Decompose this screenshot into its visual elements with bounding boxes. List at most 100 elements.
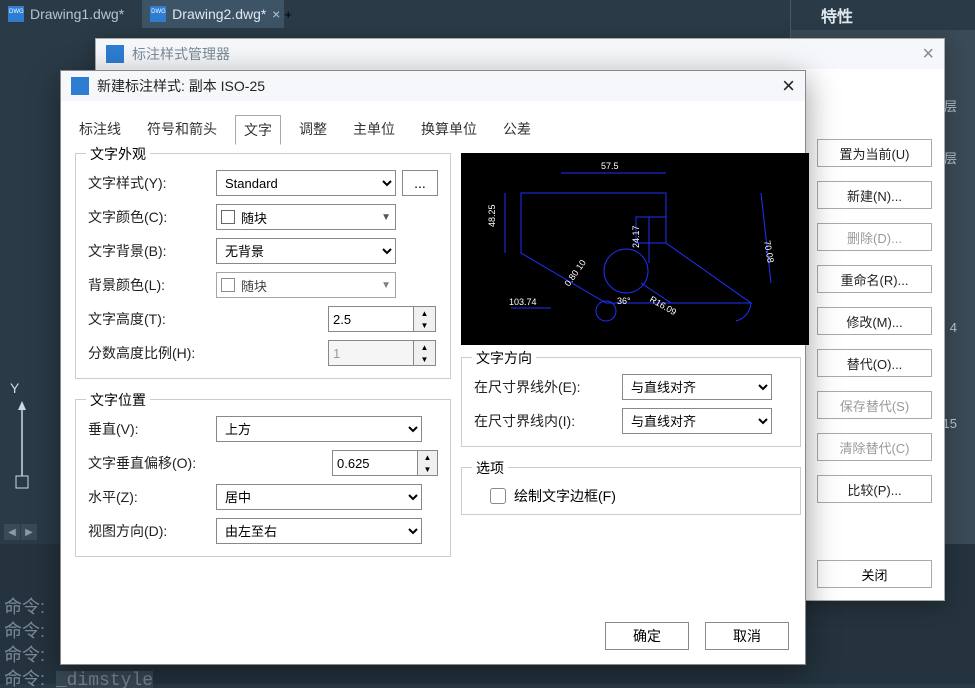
view-direction-label: 视图方向(D):: [88, 521, 216, 541]
bg-color-combo[interactable]: 随块 ▼: [216, 272, 396, 298]
horizontal-label: 水平(Z):: [88, 487, 216, 507]
text-color-combo[interactable]: 随块 ▼: [216, 204, 396, 230]
svg-text:0.80 10: 0.80 10: [562, 258, 587, 288]
group-legend: 文字外观: [86, 144, 150, 164]
text-style-browse-button[interactable]: ...: [402, 170, 438, 196]
new-tab-button[interactable]: +: [284, 7, 292, 22]
scroll-right-icon[interactable]: ▶: [21, 524, 37, 540]
app-icon: [71, 77, 89, 95]
dwg-icon: [150, 6, 166, 22]
inside-extline-select[interactable]: 与直线对齐: [622, 408, 772, 434]
spin-up-icon[interactable]: ▲: [414, 307, 435, 319]
delete-button[interactable]: 删除(D)...: [817, 223, 932, 251]
text-style-select[interactable]: Standard: [216, 170, 396, 196]
dialog-title: 标注样式管理器: [132, 44, 230, 64]
text-background-select[interactable]: 无背景: [216, 238, 396, 264]
tab-tolerances[interactable]: 公差: [495, 115, 539, 145]
vertical-label: 垂直(V):: [88, 419, 216, 439]
svg-text:103.74: 103.74: [509, 297, 537, 307]
scroll-arrows: ◀ ▶: [4, 524, 38, 540]
outside-extline-select[interactable]: 与直线对齐: [622, 374, 772, 400]
dialog-title: 新建标注样式: 副本 ISO-25: [97, 76, 265, 96]
tab-primary-units[interactable]: 主单位: [345, 115, 403, 145]
save-override-button[interactable]: 保存替代(S): [817, 391, 932, 419]
dwg-icon: [8, 6, 24, 22]
spin-down-icon[interactable]: ▼: [414, 319, 435, 331]
chevron-down-icon: ▼: [381, 280, 391, 291]
ok-button[interactable]: 确定: [605, 622, 689, 650]
y-axis-label: Y: [10, 380, 50, 396]
command-input[interactable]: 命令: _dimstyle: [0, 668, 975, 688]
text-color-label: 文字颜色(C):: [88, 207, 216, 227]
text-background-label: 文字背景(B):: [88, 241, 216, 261]
vertical-select[interactable]: 上方: [216, 416, 422, 442]
group-legend: 选项: [472, 458, 508, 478]
tab-text[interactable]: 文字: [235, 115, 281, 145]
chevron-down-icon: ▼: [381, 212, 391, 223]
scroll-left-icon[interactable]: ◀: [4, 524, 20, 540]
close-icon[interactable]: ×: [922, 43, 934, 66]
svg-text:24.17: 24.17: [631, 225, 641, 248]
svg-text:48.25: 48.25: [487, 204, 497, 227]
text-height-spinner[interactable]: ▲▼: [328, 306, 438, 332]
tab-drawing1[interactable]: Drawing1.dwg*: [0, 0, 142, 28]
outside-extline-label: 在尺寸界线外(E):: [474, 377, 622, 397]
color-swatch: [221, 210, 235, 224]
tab-lines[interactable]: 标注线: [71, 115, 129, 145]
tab-fit[interactable]: 调整: [291, 115, 335, 145]
group-legend: 文字位置: [86, 390, 150, 410]
cancel-button[interactable]: 取消: [705, 622, 789, 650]
svg-text:57.5: 57.5: [601, 161, 619, 171]
horizontal-select[interactable]: 居中: [216, 484, 422, 510]
rename-button[interactable]: 重命名(R)...: [817, 265, 932, 293]
text-offset-spinner[interactable]: ▲▼: [332, 450, 438, 476]
app-icon: [106, 45, 124, 63]
draw-text-border-checkbox[interactable]: [490, 488, 506, 504]
ucs-axis: Y: [10, 380, 50, 499]
spin-up-icon[interactable]: ▲: [418, 451, 437, 463]
compare-button[interactable]: 比较(P)...: [817, 475, 932, 503]
text-placement-group: 文字位置 垂直(V): 上方 文字垂直偏移(O): ▲▼ 水平(Z):: [75, 399, 451, 557]
spin-down-icon[interactable]: ▼: [418, 463, 437, 475]
tab-symbols-arrows[interactable]: 符号和箭头: [139, 115, 225, 145]
side-buttons: 置为当前(U) 新建(N)... 删除(D)... 重命名(R)... 修改(M…: [817, 139, 932, 503]
close-icon[interactable]: ×: [782, 73, 795, 99]
tab-label: Drawing1.dwg*: [30, 6, 124, 22]
draw-text-border-label: 绘制文字边框(F): [514, 486, 616, 506]
svg-text:70.08: 70.08: [762, 240, 776, 264]
spin-down-icon: ▼: [414, 353, 435, 365]
panel-title: 特性: [821, 3, 853, 27]
clear-override-button[interactable]: 清除替代(C): [817, 433, 932, 461]
color-swatch: [221, 278, 235, 292]
group-legend: 文字方向: [472, 348, 536, 368]
bg-color-label: 背景颜色(L):: [88, 275, 216, 295]
text-style-label: 文字样式(Y):: [88, 173, 216, 193]
text-height-label: 文字高度(T):: [88, 309, 216, 329]
new-button[interactable]: 新建(N)...: [817, 181, 932, 209]
svg-text:36°: 36°: [617, 296, 631, 306]
titlebar: 新建标注样式: 副本 ISO-25 ×: [61, 71, 805, 101]
panel-header: 特性: [791, 0, 975, 30]
modify-button[interactable]: 修改(M)...: [817, 307, 932, 335]
text-offset-input[interactable]: [332, 450, 418, 476]
spin-up-icon: ▲: [414, 341, 435, 353]
close-button[interactable]: 关闭: [817, 560, 932, 588]
titlebar: 标注样式管理器 ×: [96, 39, 944, 69]
view-direction-select[interactable]: 由左至右: [216, 518, 422, 544]
dimension-preview: 57.5 48.25 24.17 70.08 103.74 R16.09 0.8…: [461, 153, 809, 345]
fraction-height-spinner: ▲▼: [328, 340, 438, 366]
dialog-footer: 确定 取消: [605, 622, 789, 650]
inside-extline-label: 在尺寸界线内(I):: [474, 411, 622, 431]
override-button[interactable]: 替代(O)...: [817, 349, 932, 377]
new-dimension-style-dialog: 新建标注样式: 副本 ISO-25 × 标注线 符号和箭头 文字 调整 主单位 …: [60, 70, 806, 665]
text-offset-label: 文字垂直偏移(O):: [88, 453, 248, 473]
text-options-group: 选项 绘制文字边框(F): [461, 467, 801, 515]
close-icon[interactable]: ×: [272, 6, 280, 22]
tab-alt-units[interactable]: 换算单位: [413, 115, 485, 145]
text-appearance-group: 文字外观 文字样式(Y): Standard ... 文字颜色(C): 随块 ▼: [75, 153, 451, 379]
text-height-input[interactable]: [328, 306, 414, 332]
fraction-height-label: 分数高度比例(H):: [88, 343, 216, 363]
tab-drawing2[interactable]: Drawing2.dwg* ×: [142, 0, 284, 28]
fraction-height-input: [328, 340, 414, 366]
set-current-button[interactable]: 置为当前(U): [817, 139, 932, 167]
